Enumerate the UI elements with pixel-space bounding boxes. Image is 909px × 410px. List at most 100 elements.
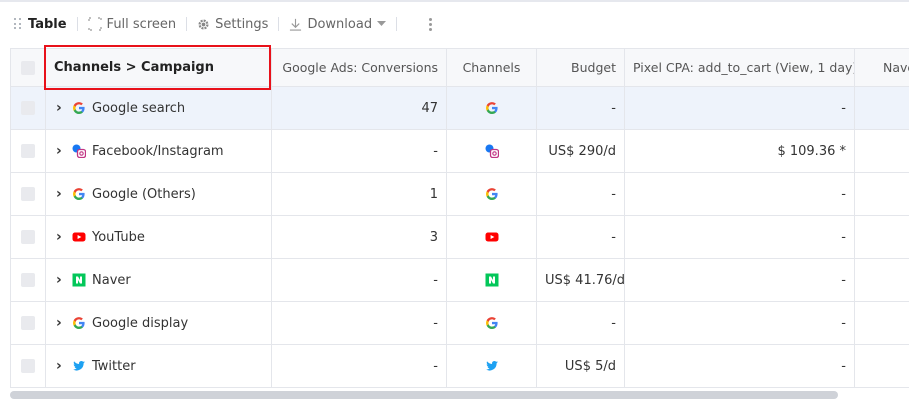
table-title: Table <box>28 16 67 32</box>
budget-cell: US$ 290/d <box>536 129 625 173</box>
campaign-name: Naver <box>92 272 131 288</box>
row-checkbox-cell[interactable] <box>10 129 46 173</box>
campaign-name-cell[interactable]: › Google (Others) <box>45 172 272 216</box>
naver-icon <box>485 273 499 287</box>
conversions-cell: 47 <box>271 86 447 130</box>
channel-icon-cell <box>446 301 537 345</box>
download-button[interactable]: Download <box>289 8 387 40</box>
naver-cell <box>854 129 909 173</box>
top-border <box>0 0 909 2</box>
budget-cell: - <box>536 86 625 130</box>
settings-label: Settings <box>215 16 269 32</box>
google-icon <box>72 187 86 201</box>
row-checkbox[interactable] <box>21 101 35 115</box>
campaign-name-cell[interactable]: › Google search <box>45 86 272 130</box>
column-header-conversions[interactable]: Google Ads: Conversions <box>271 48 447 87</box>
table-row[interactable]: › Twitter - US$ 5/d - <box>10 344 909 388</box>
column-header-pixel-cpa[interactable]: Pixel CPA: add_to_cart (View, 1 day) <box>624 48 855 87</box>
horizontal-scrollbar[interactable] <box>10 391 838 399</box>
twitter-icon <box>485 359 499 373</box>
row-checkbox-cell[interactable] <box>10 258 46 302</box>
row-checkbox-cell[interactable] <box>10 172 46 216</box>
select-all-checkbox-cell[interactable] <box>10 48 46 87</box>
facebook-instagram-icon <box>72 144 86 158</box>
table-row[interactable]: › Google (Others) 1 - - <box>10 172 909 216</box>
conversions-cell: - <box>271 301 447 345</box>
toolbar-divider <box>278 17 280 31</box>
naver-cell <box>854 344 909 388</box>
chevron-right-icon[interactable]: › <box>56 186 66 202</box>
select-all-checkbox[interactable] <box>21 61 35 76</box>
channel-icon-cell <box>446 215 537 259</box>
google-icon <box>485 316 499 330</box>
row-checkbox-cell[interactable] <box>10 344 46 388</box>
pixel-cpa-cell: - <box>624 86 855 130</box>
youtube-icon <box>485 230 499 244</box>
toolbar-divider <box>186 17 188 31</box>
campaign-name: Facebook/Instagram <box>92 143 224 159</box>
row-checkbox[interactable] <box>21 187 35 201</box>
chevron-right-icon[interactable]: › <box>56 100 66 116</box>
drag-handle-icon[interactable] <box>14 18 22 30</box>
twitter-icon <box>72 359 86 373</box>
gear-icon <box>198 18 209 30</box>
campaign-name-cell[interactable]: › Naver <box>45 258 272 302</box>
pixel-cpa-cell: $ 109.36 * <box>624 129 855 173</box>
chevron-right-icon[interactable]: › <box>56 229 66 245</box>
column-header-naver[interactable]: Nave <box>854 48 909 87</box>
campaign-name-cell[interactable]: › YouTube <box>45 215 272 259</box>
campaign-name: Google (Others) <box>92 186 196 202</box>
row-checkbox[interactable] <box>21 230 35 244</box>
pixel-cpa-cell: - <box>624 301 855 345</box>
fullscreen-button[interactable]: Full screen <box>87 8 176 40</box>
facebook-instagram-icon <box>485 144 499 158</box>
table-row[interactable]: › Facebook/Instagram - US$ 290/d $ 109.36 * <box>10 129 909 173</box>
naver-cell <box>854 172 909 216</box>
table-row[interactable]: › Naver - US$ 41.76/d - <box>10 258 909 302</box>
settings-button[interactable]: Settings <box>197 8 268 40</box>
chevron-right-icon[interactable]: › <box>56 143 66 159</box>
row-checkbox[interactable] <box>21 273 35 287</box>
table-header-row: Channels > Campaign Google Ads: Conversi… <box>10 48 909 87</box>
google-icon <box>485 187 499 201</box>
data-table-container: Channels > Campaign Google Ads: Conversi… <box>10 48 909 390</box>
table-row[interactable]: › YouTube 3 - - <box>10 215 909 259</box>
row-checkbox-cell[interactable] <box>10 86 46 130</box>
youtube-icon <box>72 230 86 244</box>
channel-icon-cell <box>446 172 537 216</box>
column-header-budget[interactable]: Budget <box>536 48 625 87</box>
campaign-name: YouTube <box>92 229 145 245</box>
conversions-cell: - <box>271 129 447 173</box>
column-header-name[interactable]: Channels > Campaign <box>45 48 272 87</box>
row-checkbox-cell[interactable] <box>10 215 46 259</box>
data-table: Channels > Campaign Google Ads: Conversi… <box>10 48 909 388</box>
chevron-right-icon[interactable]: › <box>56 315 66 331</box>
row-checkbox[interactable] <box>21 316 35 330</box>
conversions-cell: 1 <box>271 172 447 216</box>
table-row[interactable]: › Google search 47 - - <box>10 86 909 130</box>
chevron-right-icon[interactable]: › <box>56 358 66 374</box>
campaign-name-cell[interactable]: › Facebook/Instagram <box>45 129 272 173</box>
campaign-name-cell[interactable]: › Twitter <box>45 344 272 388</box>
toolbar-divider <box>396 17 398 31</box>
pixel-cpa-cell: - <box>624 344 855 388</box>
campaign-name: Google search <box>92 100 186 116</box>
channel-icon-cell <box>446 258 537 302</box>
conversions-cell: - <box>271 344 447 388</box>
row-checkbox-cell[interactable] <box>10 301 46 345</box>
chevron-right-icon[interactable]: › <box>56 272 66 288</box>
table-row[interactable]: › Google display - - - <box>10 301 909 345</box>
campaign-name-cell[interactable]: › Google display <box>45 301 272 345</box>
caret-down-icon <box>377 21 387 26</box>
campaign-name: Google display <box>92 315 189 331</box>
table-toolbar: Table Full screen Settings Download <box>0 8 909 40</box>
column-header-channels[interactable]: Channels <box>446 48 537 87</box>
row-checkbox[interactable] <box>21 144 35 158</box>
pixel-cpa-cell: - <box>624 215 855 259</box>
more-options-icon[interactable] <box>429 17 433 31</box>
download-icon <box>290 18 302 31</box>
naver-cell <box>854 301 909 345</box>
row-checkbox[interactable] <box>21 359 35 373</box>
fullscreen-icon <box>87 17 102 31</box>
google-icon <box>72 316 86 330</box>
